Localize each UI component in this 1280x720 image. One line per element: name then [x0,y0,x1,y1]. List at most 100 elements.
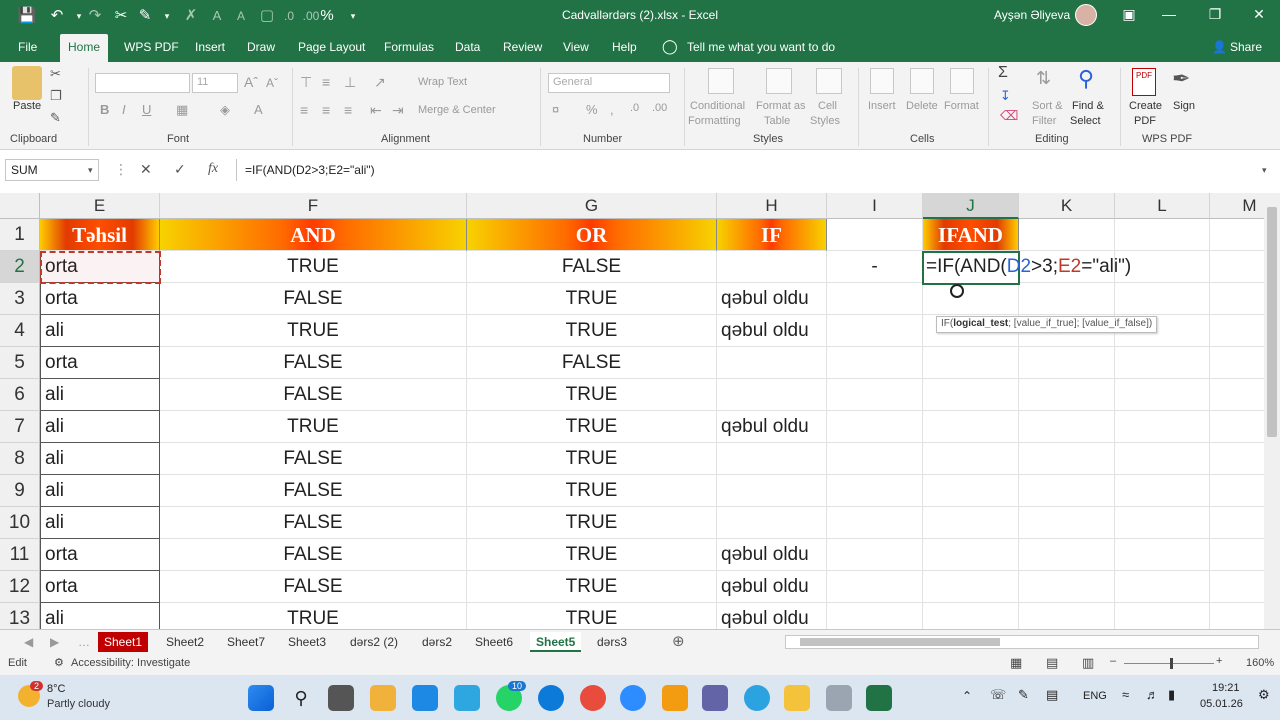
formatting-label[interactable]: Formatting [688,115,741,127]
format-as-table-icon[interactable] [766,68,792,94]
cell-i[interactable]: - [827,251,923,283]
weather-temp[interactable]: 8°C [47,683,65,695]
teams-icon[interactable] [702,685,728,711]
cell-f[interactable]: TRUE [160,251,467,283]
cell-j[interactable] [923,603,1019,629]
zoom-in-icon[interactable]: + [1216,655,1222,667]
cell-i[interactable] [827,283,923,315]
active-cell-formula[interactable]: =IF(AND(D2>3;E2="ali") [926,251,1131,283]
row-header[interactable]: 10 [0,507,40,539]
start-icon[interactable] [248,685,274,711]
sheet-tab[interactable]: Sheet2 [160,632,210,652]
cell-g[interactable]: TRUE [467,539,717,571]
font-name-combo[interactable] [95,73,190,93]
cell-g[interactable]: TRUE [467,283,717,315]
row-header[interactable]: 6 [0,379,40,411]
align-left-icon[interactable]: ≡ [300,102,308,118]
outdent-icon[interactable]: ⇥ [392,102,404,119]
cell-f[interactable]: FALSE [160,443,467,475]
cell-k[interactable] [1019,411,1115,443]
cell-h[interactable]: qəbul oldu [717,315,827,347]
cell-h[interactable]: qəbul oldu [717,603,827,629]
cell-i[interactable] [827,347,923,379]
cell-g[interactable]: TRUE [467,475,717,507]
cell-m[interactable] [1210,475,1264,507]
cell-e[interactable]: ali [40,603,160,629]
tab-wps-pdf[interactable]: WPS PDF [124,40,179,54]
column-header-l[interactable]: L [1115,193,1210,219]
row-header[interactable]: 5 [0,347,40,379]
font-grow-icon[interactable]: Aˆ [244,74,258,90]
cell-m[interactable] [1210,507,1264,539]
delete-cells-icon[interactable] [910,68,934,94]
cell-j[interactable] [923,347,1019,379]
cell-i[interactable] [827,507,923,539]
cell-g[interactable]: TRUE [467,603,717,629]
row-header[interactable]: 1 [0,219,40,251]
cell-j[interactable] [923,507,1019,539]
close-icon[interactable]: ✕ [1244,6,1274,23]
cell-f[interactable]: FALSE [160,571,467,603]
cell-e[interactable]: ali [40,379,160,411]
fill-icon[interactable]: ↧ [1000,88,1011,104]
cell-e[interactable]: orta [40,571,160,603]
tab-home[interactable]: Home [60,34,109,62]
cell-f[interactable]: FALSE [160,379,467,411]
cell-f[interactable]: FALSE [160,507,467,539]
cell-i[interactable] [827,539,923,571]
sign-icon[interactable]: ✒ [1172,66,1190,92]
cell-i[interactable] [827,571,923,603]
cell-g[interactable]: TRUE [467,571,717,603]
cell-g[interactable]: TRUE [467,507,717,539]
volume-icon[interactable]: ♬ [1146,687,1159,702]
tab-insert[interactable]: Insert [195,40,225,54]
select-all-corner[interactable] [0,193,40,219]
prev-sheet-icon[interactable]: ◀ [18,632,39,652]
row-header[interactable]: 4 [0,315,40,347]
border-icon[interactable]: ▦ [176,102,188,118]
clear-icon[interactable]: ⌫ [1000,108,1018,124]
delete-button[interactable]: Delete [906,100,938,112]
cell-i[interactable] [827,379,923,411]
cell-k[interactable] [1019,571,1115,603]
paste-button[interactable]: Paste [13,100,41,112]
name-box[interactable]: SUM [5,159,99,181]
cell-h[interactable]: qəbul oldu [717,283,827,315]
cell-k[interactable] [1019,507,1115,539]
column-header-e[interactable]: E [40,193,160,219]
share-icon[interactable]: 👤 [1212,40,1227,54]
cell-g[interactable]: FALSE [467,251,717,283]
phone-link-icon[interactable]: ☏ [990,687,1006,703]
header-cell-or[interactable]: OR [467,219,717,251]
cell-g[interactable]: TRUE [467,379,717,411]
column-header-i[interactable]: I [827,193,923,219]
cell-i[interactable] [827,475,923,507]
ribbon-display-icon[interactable]: ▣ [1114,6,1144,23]
cell-label[interactable]: Cell [818,100,837,112]
italic-icon[interactable]: I [122,102,126,117]
cell-e[interactable]: ali [40,475,160,507]
name-box-dropdown-icon[interactable]: ▾ [88,165,93,176]
sheet-tab[interactable]: dərs2 [416,632,458,652]
accessibility-status[interactable]: Accessibility: Investigate [71,657,190,669]
cell-e[interactable]: orta [40,347,160,379]
more-sheets-icon[interactable]: … [72,632,96,652]
cell-i[interactable] [827,411,923,443]
cell-m[interactable] [1210,539,1264,571]
cell-h[interactable]: qəbul oldu [717,571,827,603]
column-header-j[interactable]: J [923,193,1019,219]
conditional-label[interactable]: Conditional [690,100,745,112]
sort-label[interactable]: Sort & [1032,100,1063,112]
format-as-label[interactable]: Format as [756,100,806,112]
cell-h[interactable] [717,251,827,283]
cell-e[interactable]: ali [40,411,160,443]
task-view-icon[interactable] [328,685,354,711]
conditional-formatting-icon[interactable] [708,68,734,94]
cell-m[interactable] [1210,443,1264,475]
cell-e[interactable]: ali [40,507,160,539]
cell-i[interactable] [827,603,923,629]
pdf-icon[interactable]: PDF [1132,68,1156,96]
increase-decimal-icon[interactable]: .0 [630,102,639,114]
tooltip-arg[interactable]: logical_test [953,318,1008,329]
cell-l[interactable] [1115,411,1210,443]
